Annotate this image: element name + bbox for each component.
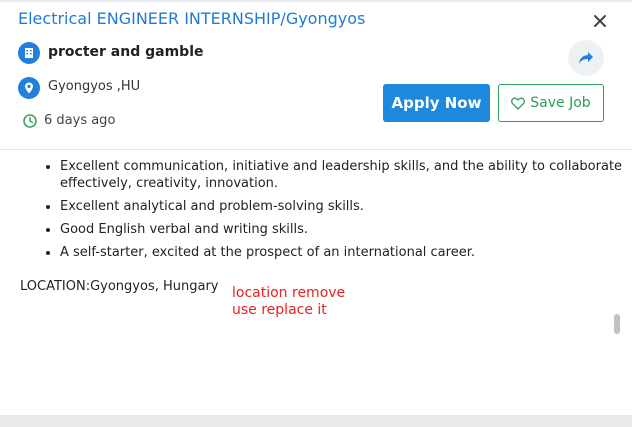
annotation-note: location remove use replace it bbox=[232, 285, 345, 319]
list-item: Good English verbal and writing skills. bbox=[60, 221, 630, 238]
share-button[interactable] bbox=[568, 40, 604, 76]
scrollbar[interactable] bbox=[608, 150, 632, 415]
apply-now-button[interactable]: Apply Now bbox=[383, 84, 490, 122]
clock-icon bbox=[23, 114, 37, 128]
company-name[interactable]: procter and gamble bbox=[48, 44, 204, 60]
requirements-list: Excellent communication, initiative and … bbox=[26, 158, 630, 267]
building-icon bbox=[18, 42, 40, 64]
bottom-bar bbox=[0, 415, 632, 427]
list-item: Excellent communication, initiative and … bbox=[60, 158, 630, 192]
job-location: Gyongyos ,HU bbox=[48, 79, 141, 94]
location-pin-icon bbox=[18, 77, 40, 99]
close-button[interactable] bbox=[588, 9, 612, 33]
share-icon bbox=[579, 52, 593, 64]
job-title[interactable]: Electrical ENGINEER INTERNSHIP/Gyongyos bbox=[18, 9, 365, 28]
save-job-button[interactable]: Save Job bbox=[498, 84, 604, 122]
list-item: A self-starter, excited at the prospect … bbox=[60, 244, 630, 261]
close-icon bbox=[594, 15, 606, 27]
save-job-label: Save Job bbox=[530, 95, 591, 111]
job-detail-panel: Electrical ENGINEER INTERNSHIP/Gyongyos … bbox=[0, 0, 632, 427]
section-divider bbox=[0, 149, 632, 150]
heart-icon bbox=[511, 97, 526, 110]
annotation-line-2: use replace it bbox=[232, 302, 327, 318]
top-border bbox=[0, 0, 632, 2]
description-location: LOCATION:Gyongyos, Hungary bbox=[20, 279, 219, 294]
posted-date: 6 days ago bbox=[44, 113, 116, 128]
list-item: Excellent analytical and problem-solving… bbox=[60, 198, 630, 215]
scrollbar-thumb[interactable] bbox=[614, 314, 620, 334]
annotation-line-1: location remove bbox=[232, 285, 346, 301]
